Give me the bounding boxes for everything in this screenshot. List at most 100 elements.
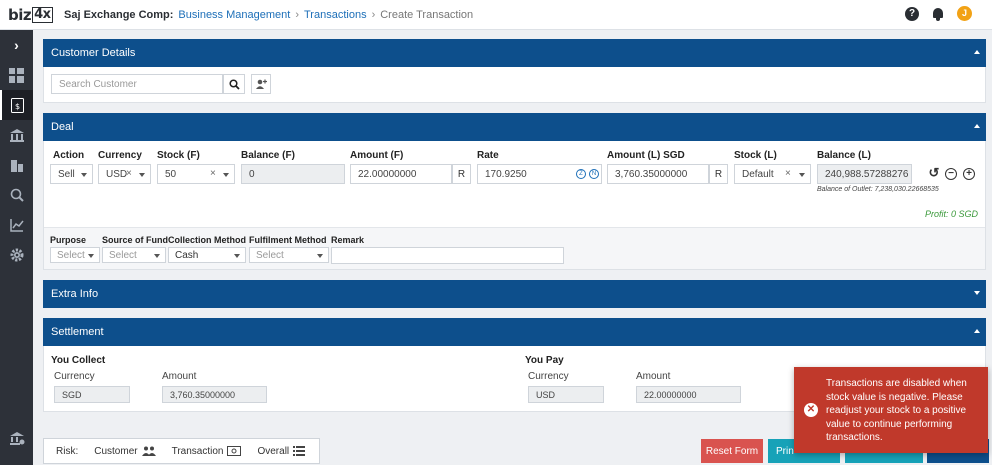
chevron-down-icon	[223, 173, 229, 177]
collect-currency-label: Currency	[54, 371, 95, 382]
company-name: Saj Exchange Comp:	[64, 8, 174, 21]
error-toast[interactable]: ✕ Transactions are disabled when stock v…	[794, 367, 988, 453]
amount-f-value: 22.00000000	[358, 168, 417, 180]
purpose-label: Purpose	[50, 235, 87, 245]
top-bar: biz 4x Saj Exchange Comp: Business Manage…	[0, 0, 992, 30]
sidebar: › $	[0, 30, 33, 465]
customer-search-input[interactable]: Search Customer	[51, 74, 223, 94]
chevron-down-icon	[139, 173, 145, 177]
risk-customer[interactable]: Customer	[94, 445, 156, 457]
chevron-down-icon	[234, 254, 240, 258]
clear-icon[interactable]: ×	[126, 168, 132, 179]
collection-method-select[interactable]: Cash	[168, 247, 246, 263]
amount-f-label: Amount (F)	[350, 150, 404, 161]
source-of-fund-select[interactable]: Select	[102, 247, 166, 263]
risk-overall-label: Overall	[257, 445, 290, 457]
dashboard-icon[interactable]	[0, 60, 33, 90]
users-icon	[141, 446, 156, 456]
avatar[interactable]: J	[957, 6, 972, 21]
gear-icon[interactable]	[0, 240, 33, 270]
bank-settings-icon[interactable]	[0, 423, 33, 453]
pay-currency-label: Currency	[528, 371, 569, 382]
rate-n-icon[interactable]: N	[589, 169, 599, 179]
stock-f-select[interactable]: 50 ×	[157, 164, 235, 184]
fulfilment-method-value: Select	[256, 249, 284, 261]
search-button[interactable]	[223, 74, 245, 94]
panel-title: Extra Info	[51, 288, 99, 300]
breadcrumb-transactions[interactable]: Transactions	[304, 9, 367, 21]
stock-f-value: 50	[165, 168, 177, 180]
customer-details-header[interactable]: Customer Details	[43, 39, 986, 67]
list-icon	[293, 446, 306, 456]
balance-of-outlet: Balance of Outlet: 7,238,030.22668535	[817, 186, 939, 193]
logo-box: 4x	[32, 6, 53, 23]
action-value: Sell	[58, 168, 75, 180]
collapse-icon[interactable]	[974, 124, 980, 128]
currency-select[interactable]: USD ×	[98, 164, 151, 184]
you-pay-title: You Pay	[525, 355, 564, 366]
transactions-icon[interactable]: $	[0, 90, 33, 120]
remark-label: Remark	[331, 235, 365, 245]
balance-l-label: Balance (L)	[817, 150, 871, 161]
rate-z-icon[interactable]: Z	[576, 169, 586, 179]
balance-f-field: 0	[241, 164, 345, 184]
app-logo[interactable]: biz 4x	[8, 4, 56, 26]
purpose-select[interactable]: Select	[50, 247, 100, 263]
currency-value: USD	[106, 168, 128, 180]
fulfilment-method-select[interactable]: Select	[249, 247, 329, 263]
customer-details-body: Search Customer	[43, 67, 986, 103]
sidebar-toggle-icon[interactable]: ›	[0, 30, 33, 60]
risk-overall[interactable]: Overall	[257, 445, 306, 457]
clear-icon[interactable]: ×	[210, 168, 216, 179]
amount-f-input[interactable]: 22.00000000	[350, 164, 452, 184]
you-collect-title: You Collect	[51, 355, 106, 366]
balance-f-label: Balance (F)	[241, 150, 295, 161]
balance-f-value: 0	[249, 168, 255, 180]
collect-amount-field: 3,760.35000000	[162, 386, 267, 403]
clear-icon[interactable]: ×	[785, 168, 791, 179]
amount-l-reset-button[interactable]: R	[709, 164, 728, 184]
add-row-icon[interactable]: +	[963, 168, 975, 180]
buildings-icon[interactable]	[0, 150, 33, 180]
rate-input[interactable]: 170.9250 Z N	[477, 164, 602, 184]
breadcrumb-business-management[interactable]: Business Management	[178, 9, 290, 21]
amount-l-input[interactable]: 3,760.35000000	[607, 164, 709, 184]
reset-form-button[interactable]: Reset Form	[701, 439, 763, 463]
risk-transaction[interactable]: Transaction	[172, 446, 242, 457]
amount-f-reset-button[interactable]: R	[452, 164, 471, 184]
expand-icon[interactable]	[974, 291, 980, 295]
add-customer-button[interactable]	[251, 74, 271, 94]
risk-customer-label: Customer	[94, 445, 138, 457]
action-select[interactable]: Sell	[50, 164, 93, 184]
search-report-icon[interactable]	[0, 180, 33, 210]
collapse-icon[interactable]	[974, 329, 980, 333]
profit-text: Profit: 0 SGD	[924, 209, 978, 219]
collection-method-value: Cash	[175, 249, 199, 261]
remove-row-icon[interactable]: −	[945, 168, 957, 180]
chevron-down-icon	[81, 173, 87, 177]
chevron-down-icon	[317, 254, 323, 258]
chart-icon[interactable]	[0, 210, 33, 240]
rate-label: Rate	[477, 150, 499, 161]
stock-f-label: Stock (F)	[157, 150, 200, 161]
collapse-icon[interactable]	[974, 50, 980, 54]
settlement-header[interactable]: Settlement	[43, 318, 986, 346]
deal-header[interactable]: Deal	[43, 113, 986, 141]
search-icon	[228, 78, 240, 90]
extra-info-header[interactable]: Extra Info	[43, 280, 986, 308]
pay-amount-field: 22.00000000	[636, 386, 741, 403]
stock-l-value: Default	[742, 168, 774, 180]
risk-label: Risk:	[56, 445, 79, 457]
purpose-value: Select	[57, 249, 85, 261]
stock-l-select[interactable]: Default ×	[734, 164, 811, 184]
bell-icon[interactable]	[931, 7, 945, 21]
remark-textarea[interactable]	[331, 247, 564, 264]
collect-amount-value: 3,760.35000000	[170, 389, 236, 400]
source-of-fund-label: Source of Fund	[102, 235, 168, 245]
panel-title: Settlement	[51, 326, 104, 338]
refresh-icon[interactable]: ↺	[928, 166, 940, 180]
stock-l-label: Stock (L)	[734, 150, 777, 161]
bank-icon[interactable]	[0, 120, 33, 150]
help-icon[interactable]: ?	[905, 6, 919, 21]
risk-transaction-label: Transaction	[171, 445, 224, 457]
